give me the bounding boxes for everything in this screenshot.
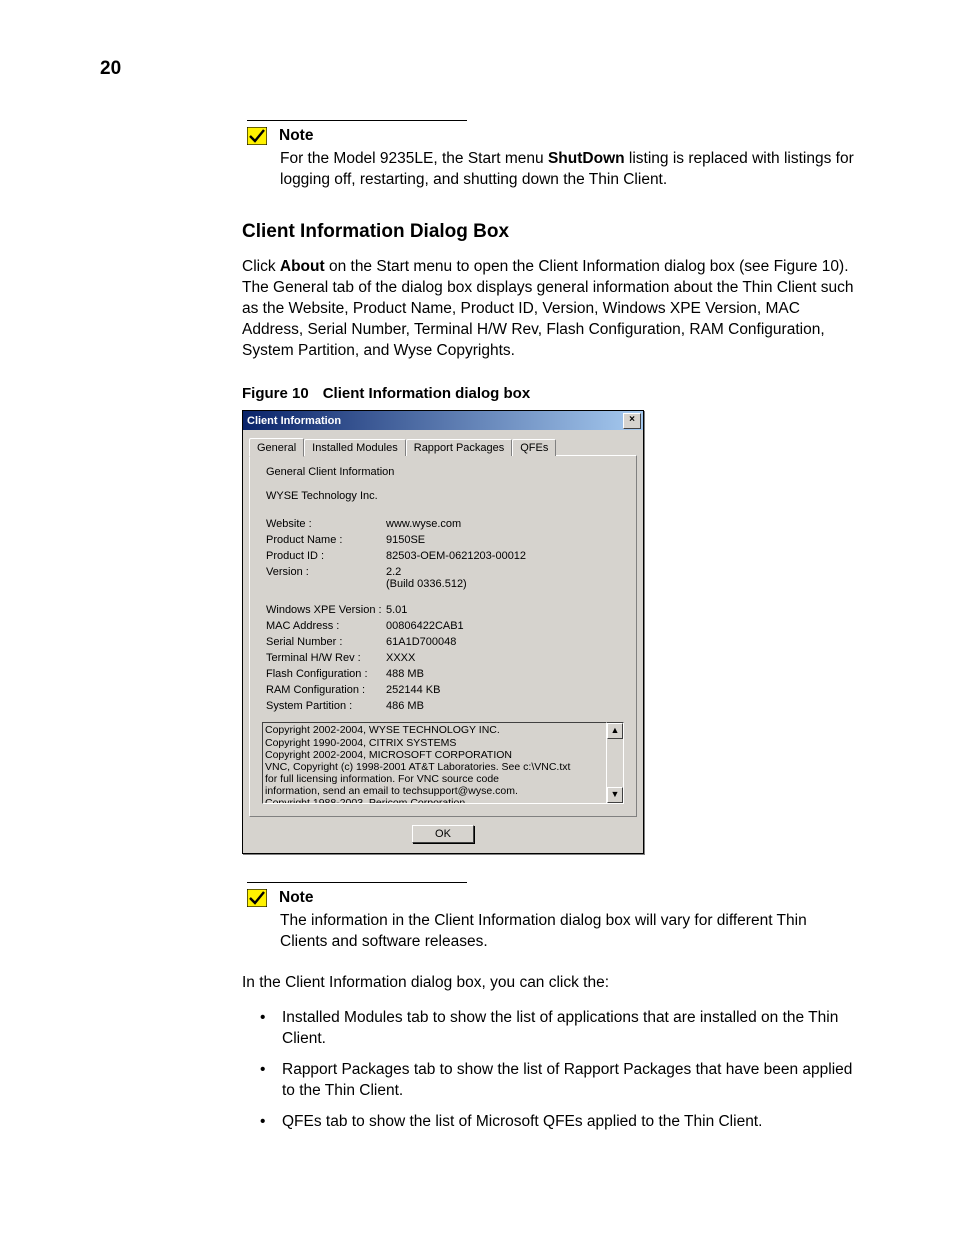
label: Flash Configuration : <box>266 668 386 680</box>
tab-qfes[interactable]: QFEs <box>512 439 556 456</box>
copyright-textbox: Copyright 2002-2004, WYSE TECHNOLOGY INC… <box>262 722 607 804</box>
note-divider <box>247 120 467 121</box>
intro-paragraph: Click About on the Start menu to open th… <box>242 257 854 362</box>
tab-strip: General Installed Modules Rapport Packag… <box>249 436 637 456</box>
row-serial-number: Serial Number :61A1D700048 <box>266 636 624 648</box>
row-flash-config: Flash Configuration :488 MB <box>266 668 624 680</box>
row-version: Version :2.2 (Build 0336.512) <box>266 566 624 590</box>
value: 82503-OEM-0621203-00012 <box>386 550 624 562</box>
value: 5.01 <box>386 604 624 616</box>
row-product-name: Product Name :9150SE <box>266 534 624 546</box>
note-block: Note The information in the Client Infor… <box>247 889 854 953</box>
value: 488 MB <box>386 668 624 680</box>
figure-title: Client Information dialog box <box>323 385 531 402</box>
tabs-intro: In the Client Information dialog box, yo… <box>242 973 854 994</box>
value: 486 MB <box>386 700 624 712</box>
row-xpe-version: Windows XPE Version :5.01 <box>266 604 624 616</box>
value: 61A1D700048 <box>386 636 624 648</box>
scroll-down-icon[interactable]: ▼ <box>607 787 623 803</box>
row-mac-address: MAC Address :00806422CAB1 <box>266 620 624 632</box>
row-hw-rev: Terminal H/W Rev :XXXX <box>266 652 624 664</box>
checkmark-icon <box>247 127 267 145</box>
tab-rapport-packages[interactable]: Rapport Packages <box>406 439 513 456</box>
value: 2.2 (Build 0336.512) <box>386 566 624 590</box>
note-title: Note <box>279 127 313 145</box>
label: Product ID : <box>266 550 386 562</box>
value: XXXX <box>386 652 624 664</box>
list-item: Installed Modules tab to show the list o… <box>260 1008 854 1050</box>
value: 9150SE <box>386 534 624 546</box>
intro-text: on the Start menu to open the Client Inf… <box>242 258 853 359</box>
note-body: For the Model 9235LE, the Start menu Shu… <box>280 149 854 191</box>
row-website: Website :www.wyse.com <box>266 518 624 530</box>
scroll-up-icon[interactable]: ▲ <box>607 723 623 739</box>
tab-general[interactable]: General <box>249 438 304 457</box>
label: Windows XPE Version : <box>266 604 386 616</box>
note-text: For the Model 9235LE, the Start menu <box>280 150 548 167</box>
label: Serial Number : <box>266 636 386 648</box>
figure-number: Figure 10 <box>242 385 309 402</box>
label: Version : <box>266 566 386 590</box>
label: MAC Address : <box>266 620 386 632</box>
note-body: The information in the Client Informatio… <box>280 911 854 953</box>
label: Product Name : <box>266 534 386 546</box>
label: Website : <box>266 518 386 530</box>
note-block: Note For the Model 9235LE, the Start men… <box>247 127 854 191</box>
page-number: 20 <box>100 58 854 80</box>
row-product-id: Product ID :82503-OEM-0621203-00012 <box>266 550 624 562</box>
row-ram-config: RAM Configuration :252144 KB <box>266 684 624 696</box>
section-heading: Client Information Dialog Box <box>242 221 854 243</box>
dialog-title: Client Information <box>247 415 341 427</box>
client-information-dialog: Client Information × General Installed M… <box>242 410 644 854</box>
note-divider <box>247 882 467 883</box>
intro-text: Click <box>242 258 280 275</box>
label: System Partition : <box>266 700 386 712</box>
row-system-partition: System Partition :486 MB <box>266 700 624 712</box>
tab-panel-general: General Client Information WYSE Technolo… <box>249 455 637 817</box>
value: www.wyse.com <box>386 518 624 530</box>
checkmark-icon <box>247 889 267 907</box>
value: 00806422CAB1 <box>386 620 624 632</box>
close-icon[interactable]: × <box>623 413 641 429</box>
tab-installed-modules[interactable]: Installed Modules <box>304 439 406 456</box>
label: RAM Configuration : <box>266 684 386 696</box>
note-title: Note <box>279 889 313 907</box>
label: Terminal H/W Rev : <box>266 652 386 664</box>
ok-button[interactable]: OK <box>412 825 474 843</box>
list-item: QFEs tab to show the list of Microsoft Q… <box>260 1112 854 1133</box>
list-item: Rapport Packages tab to show the list of… <box>260 1060 854 1102</box>
note-bold: ShutDown <box>548 150 625 167</box>
group-title: General Client Information <box>266 466 624 478</box>
figure-caption: Figure 10 Client Information dialog box <box>242 385 854 402</box>
bullet-list: Installed Modules tab to show the list o… <box>260 1008 854 1133</box>
intro-bold: About <box>280 258 325 275</box>
scrollbar[interactable]: ▲ ▼ <box>607 722 624 804</box>
company-name: WYSE Technology Inc. <box>266 490 624 502</box>
value: 252144 KB <box>386 684 624 696</box>
dialog-titlebar[interactable]: Client Information × <box>243 411 643 430</box>
